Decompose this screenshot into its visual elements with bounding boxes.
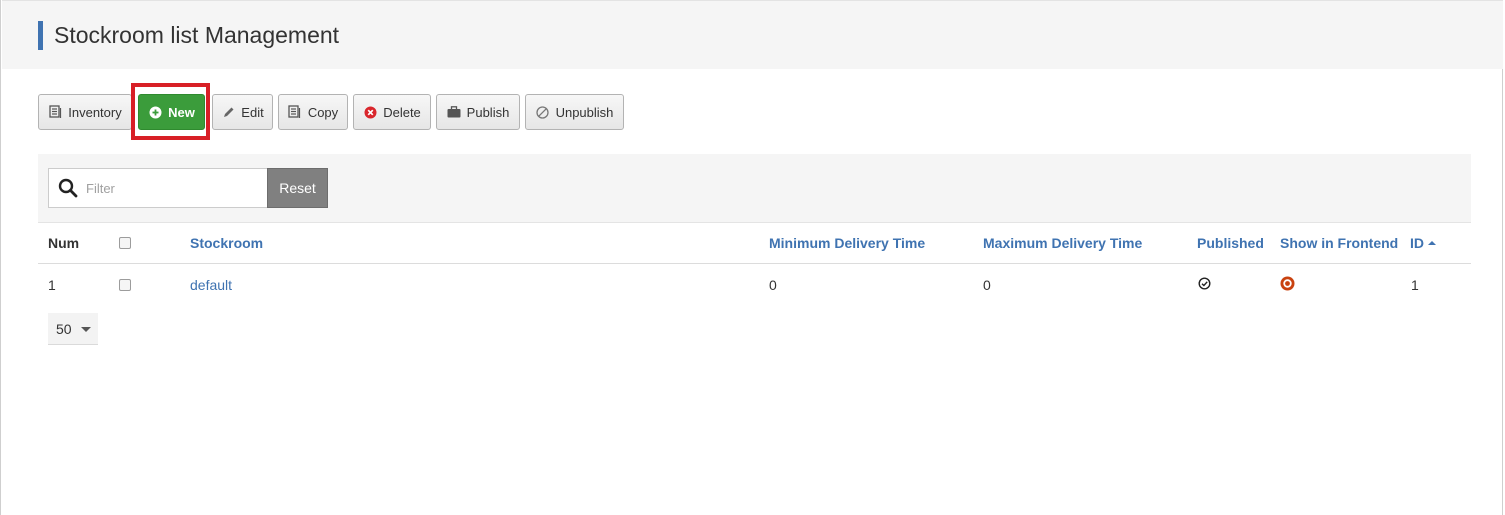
radio-on-icon	[1280, 276, 1295, 294]
max-delivery-header[interactable]: Maximum Delivery Time	[983, 223, 1142, 263]
page-header: Stockroom list Management	[2, 0, 1503, 69]
list-limit-select[interactable]: 50	[48, 313, 98, 345]
show-frontend-toggle[interactable]	[1280, 264, 1295, 306]
row-select-cell	[119, 264, 131, 306]
app-frame: Stockroom list Management Inventory New …	[0, 0, 1503, 515]
reset-button[interactable]: Reset	[267, 168, 328, 208]
publish-button[interactable]: Publish	[436, 94, 520, 130]
id-header[interactable]: ID	[1410, 223, 1436, 263]
ban-icon	[536, 105, 550, 119]
unpublish-button-label: Unpublish	[555, 104, 614, 120]
chevron-down-icon	[81, 327, 91, 332]
stockroom-table: Num Stockroom Minimum Delivery Time Maxi…	[38, 222, 1471, 306]
row-id: 1	[1411, 277, 1419, 293]
select-all-cell	[119, 223, 131, 263]
delete-circle-icon	[363, 105, 377, 119]
table-header-row: Num Stockroom Minimum Delivery Time Maxi…	[38, 222, 1471, 264]
edit-button-label: Edit	[241, 104, 264, 120]
stockroom-header[interactable]: Stockroom	[190, 223, 263, 263]
copy-button-label: Copy	[307, 104, 339, 120]
row-min-delivery: 0	[769, 277, 777, 293]
published-header[interactable]: Published	[1197, 223, 1264, 263]
published-toggle[interactable]	[1198, 264, 1211, 306]
table-row: 1 default 0 0 1	[38, 264, 1471, 306]
filter-bar: Reset	[38, 154, 1471, 222]
filter-input[interactable]	[86, 180, 256, 196]
copy-button[interactable]: Copy	[278, 94, 348, 130]
id-header-label: ID	[1410, 235, 1424, 251]
min-delivery-header[interactable]: Minimum Delivery Time	[769, 223, 925, 263]
delete-button[interactable]: Delete	[353, 94, 431, 130]
plus-circle-icon	[148, 105, 162, 119]
show-frontend-header[interactable]: Show in Frontend	[1280, 223, 1398, 263]
copy-icon	[288, 105, 302, 119]
title-accent-bar	[38, 21, 43, 50]
unpublish-button[interactable]: Unpublish	[525, 94, 624, 130]
sort-ascending-icon	[1428, 241, 1436, 245]
filter-field[interactable]	[48, 168, 268, 208]
delete-button-label: Delete	[383, 104, 421, 120]
new-button-label: New	[168, 104, 195, 120]
pencil-icon	[221, 105, 235, 119]
num-header: Num	[48, 235, 80, 251]
inventory-button-label: Inventory	[68, 104, 122, 120]
edit-button[interactable]: Edit	[212, 94, 273, 130]
search-icon	[58, 178, 78, 198]
document-icon	[48, 105, 62, 119]
page-title: Stockroom list Management	[54, 22, 340, 48]
select-all-checkbox[interactable]	[119, 237, 131, 249]
check-circle-icon	[1198, 277, 1211, 293]
row-checkbox[interactable]	[119, 279, 131, 291]
new-button[interactable]: New	[138, 94, 205, 130]
stockroom-link[interactable]: default	[190, 264, 232, 306]
list-limit-value: 50	[56, 320, 72, 337]
row-num: 1	[48, 277, 56, 293]
row-max-delivery: 0	[983, 277, 991, 293]
inventory-button[interactable]: Inventory	[38, 94, 132, 130]
briefcase-icon	[447, 105, 461, 119]
publish-button-label: Publish	[466, 104, 510, 120]
